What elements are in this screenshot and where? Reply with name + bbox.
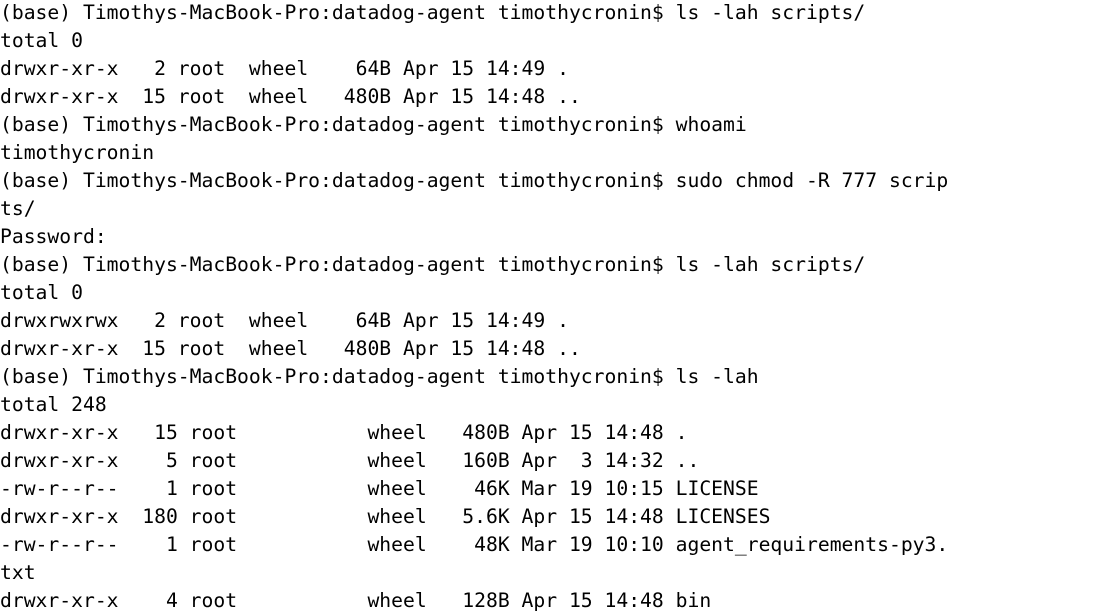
terminal-output: (base) Timothys-MacBook-Pro:datadog-agen… xyxy=(0,0,948,615)
output-line: Password: xyxy=(0,225,107,248)
output-line: drwxrwxrwx 2 root wheel 64B Apr 15 14:49… xyxy=(0,309,569,332)
output-line: -rw-r--r-- 1 root wheel 48K Mar 19 10:10… xyxy=(0,533,949,556)
output-line: drwxr-xr-x 15 root wheel 480B Apr 15 14:… xyxy=(0,421,688,444)
prompt-line: (base) Timothys-MacBook-Pro:datadog-agen… xyxy=(0,365,759,388)
prompt-line: (base) Timothys-MacBook-Pro:datadog-agen… xyxy=(0,1,866,24)
prompt-line: (base) Timothys-MacBook-Pro:datadog-agen… xyxy=(0,253,866,276)
output-line: total 248 xyxy=(0,393,107,416)
output-line: -rw-r--r-- 1 root wheel 46K Mar 19 10:15… xyxy=(0,477,759,500)
output-line: timothycronin xyxy=(0,141,155,164)
output-line-wrap: txt xyxy=(0,561,36,584)
output-line: total 0 xyxy=(0,281,83,304)
output-line: drwxr-xr-x 180 root wheel 5.6K Apr 15 14… xyxy=(0,505,771,528)
prompt-line: (base) Timothys-MacBook-Pro:datadog-agen… xyxy=(0,113,747,136)
prompt-line: (base) Timothys-MacBook-Pro:datadog-agen… xyxy=(0,169,949,192)
prompt-line-wrap: ts/ xyxy=(0,197,36,220)
terminal-window[interactable]: (base) Timothys-MacBook-Pro:datadog-agen… xyxy=(0,0,1120,616)
output-line: total 0 xyxy=(0,29,83,52)
output-line: drwxr-xr-x 15 root wheel 480B Apr 15 14:… xyxy=(0,85,581,108)
output-line: drwxr-xr-x 2 root wheel 64B Apr 15 14:49… xyxy=(0,57,569,80)
output-line: drwxr-xr-x 15 root wheel 480B Apr 15 14:… xyxy=(0,337,581,360)
output-line: drwxr-xr-x 4 root wheel 128B Apr 15 14:4… xyxy=(0,589,712,612)
output-line: drwxr-xr-x 5 root wheel 160B Apr 3 14:32… xyxy=(0,449,700,472)
